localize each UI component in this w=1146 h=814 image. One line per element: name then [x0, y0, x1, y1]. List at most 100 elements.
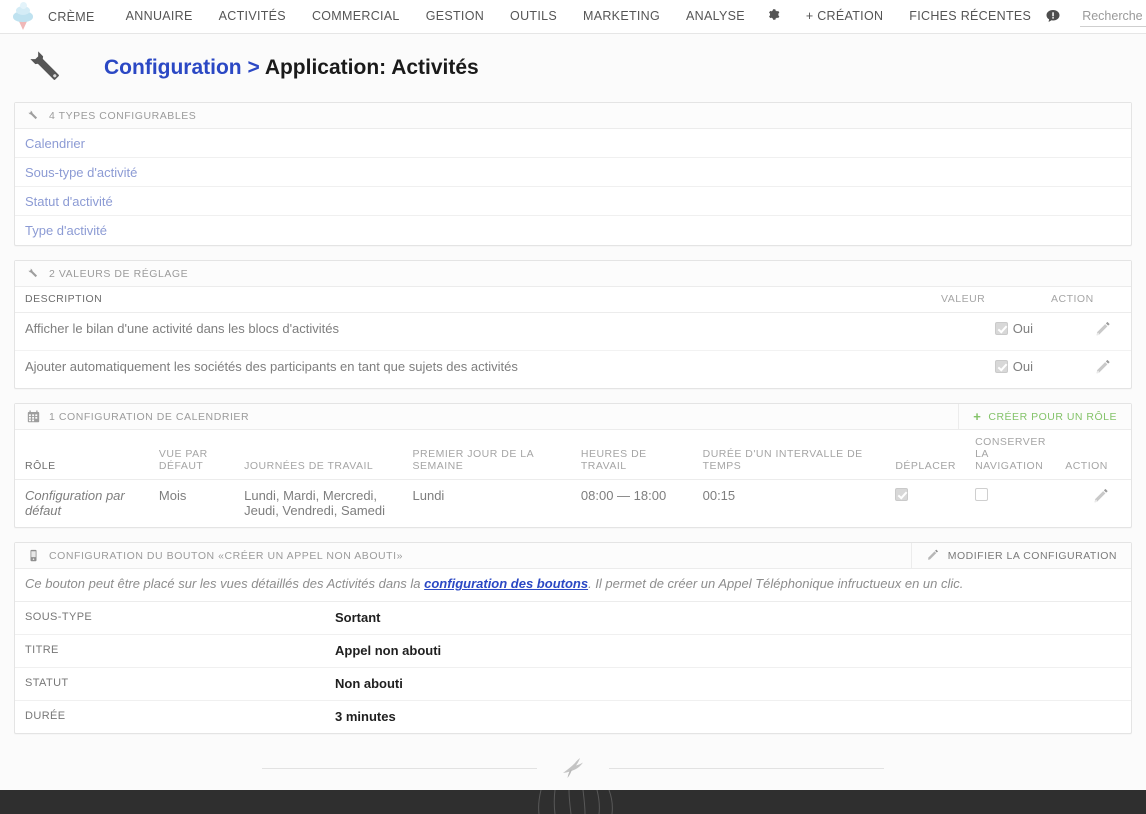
calendar-first-day: Lundi: [412, 488, 445, 503]
setting-description: Ajouter automatiquement les sociétés des…: [25, 359, 518, 374]
col-premier-jour: PREMIER JOUR DE LA SEMAINE: [402, 430, 571, 480]
pencil-icon[interactable]: [1092, 488, 1109, 505]
col-conserver-navigation: CONSERVER LA NAVIGATION: [965, 430, 1056, 480]
logo-swirl-top: [20, 1, 27, 9]
nav-item-activites[interactable]: ACTIVITÉS: [206, 0, 299, 33]
nav-item-gestion[interactable]: GESTION: [413, 0, 497, 33]
search-input[interactable]: [1080, 6, 1146, 27]
panel-header-button-config: CONFIGURATION DU BOUTON «CRÉER UN APPEL …: [15, 542, 1131, 569]
panel-title-calendar: 1 CONFIGURATION DE CALENDRIER: [49, 410, 250, 423]
setting-action-cell: [1041, 351, 1131, 389]
page-title: Configuration > Application: Activités: [104, 56, 479, 80]
field-value-duree: 3 minutes: [335, 708, 396, 724]
keep-navigation-checkbox[interactable]: [975, 488, 989, 501]
col-heures-travail: HEURES DE TRAVAIL: [570, 430, 693, 480]
page-header: Configuration > Application: Activités: [0, 34, 1146, 102]
calendar-icon: [25, 409, 41, 425]
description-text-after: . Il permet de créer un Appel Téléphoniq…: [588, 576, 964, 591]
panel-header-types: 4 TYPES CONFIGURABLES: [15, 103, 1131, 129]
configuration-boutons-link[interactable]: configuration des boutons: [424, 576, 588, 591]
field-value-titre: Appel non abouti: [325, 634, 1131, 668]
panel-types-configurables: 4 TYPES CONFIGURABLES Calendrier Sous-ty…: [14, 102, 1132, 246]
field-value-sous-type: Sortant: [325, 601, 1131, 635]
table-row: Afficher le bilan d'une activité dans le…: [15, 312, 1131, 351]
field-value-statut: Non abouti: [325, 667, 1131, 701]
col-action: ACTION: [1041, 287, 1131, 313]
calendar-working-days: Lundi, Mardi, Mercredi, Jeudi, Vendredi,…: [244, 488, 386, 518]
wrench-icon: [25, 266, 41, 282]
panel-header-settings: 2 VALEURS DE RÉGLAGE: [15, 261, 1131, 287]
wrench-icon: [22, 43, 72, 93]
panel-configuration-bouton: CONFIGURATION DU BOUTON «CRÉER UN APPEL …: [14, 542, 1132, 734]
table-header-row: RÔLE VUE PAR DÉFAUT JOURNÉES DE TRAVAIL …: [15, 430, 1131, 480]
nav-item-analyse[interactable]: ANALYSE: [673, 0, 758, 33]
panel-header-calendar: 1 CONFIGURATION DE CALENDRIER + CRÉER PO…: [15, 403, 1131, 430]
calendar-default-view: Mois: [158, 488, 187, 503]
nav-item-creation[interactable]: + CRÉATION: [793, 0, 896, 33]
nav-item-fiches-recentes[interactable]: FICHES RÉCENTES: [896, 0, 1044, 33]
pencil-icon[interactable]: [1094, 321, 1111, 338]
modify-configuration-button[interactable]: MODIFIER LA CONFIGURATION: [910, 542, 1131, 569]
main-content: 4 TYPES CONFIGURABLES Calendrier Sous-ty…: [0, 102, 1146, 734]
setting-checkbox[interactable]: [994, 360, 1008, 373]
setting-checkbox[interactable]: [994, 322, 1008, 335]
type-link-calendrier[interactable]: Calendrier: [15, 129, 1131, 158]
calendar-keep-navigation-cell: [965, 480, 1055, 528]
navbar-right-group: [1044, 6, 1146, 27]
panel-title-types: 4 TYPES CONFIGURABLES: [49, 109, 197, 122]
table-row: TITRE Appel non abouti: [15, 634, 1131, 668]
drag-drop-checkbox[interactable]: [895, 488, 909, 501]
type-link-sous-type-activite[interactable]: Sous-type d'activité: [15, 158, 1131, 187]
modify-configuration-label: MODIFIER LA CONFIGURATION: [947, 549, 1117, 562]
footer-separator: [0, 748, 1146, 790]
col-vue-par-defaut: VUE PAR DÉFAUT: [148, 430, 235, 480]
pencil-icon[interactable]: [1094, 359, 1111, 376]
field-label-titre: TITRE: [15, 634, 325, 668]
panel-valeurs-reglage: 2 VALEURS DE RÉGLAGE DESCRIPTION VALEUR …: [14, 260, 1132, 389]
col-valeur: VALEUR: [931, 287, 1041, 313]
gear-icon[interactable]: [758, 0, 789, 33]
table-header-row: DESCRIPTION VALEUR ACTION: [15, 287, 1131, 313]
nav-item-annuaire[interactable]: ANNUAIRE: [113, 0, 206, 33]
panel-title-button-config: CONFIGURATION DU BOUTON «CRÉER UN APPEL …: [49, 549, 403, 562]
plus-icon: +: [973, 409, 982, 424]
breadcrumb-configuration[interactable]: Configuration: [104, 56, 242, 79]
search-area: [1080, 6, 1146, 27]
setting-description: Afficher le bilan d'une activité dans le…: [15, 312, 931, 351]
col-description: DESCRIPTION: [15, 287, 931, 313]
calendar-slot-duration: 00:15: [702, 488, 736, 503]
calendar-drag-drop-cell: [885, 480, 965, 528]
table-row: STATUT Non abouti: [15, 667, 1131, 701]
panel-configuration-calendrier: 1 CONFIGURATION DE CALENDRIER + CRÉER PO…: [14, 403, 1132, 528]
table-row: SOUS-TYPE Sortant: [15, 601, 1131, 635]
wrench-icon: [25, 108, 41, 124]
setting-value-cell: Oui: [931, 312, 1041, 351]
type-link-statut-activite[interactable]: Statut d'activité: [15, 187, 1131, 216]
footer-line-left: [262, 768, 537, 770]
page-title-text: Application: Activités: [264, 56, 479, 79]
col-action: ACTION: [1055, 430, 1131, 480]
description-text-before: Ce bouton peut être placé sur les vues d…: [25, 576, 425, 591]
calendar-action-cell: [1055, 480, 1131, 528]
nav-item-marketing[interactable]: MARKETING: [570, 0, 673, 33]
col-journees-travail: JOURNÉES DE TRAVAIL: [234, 430, 403, 480]
mobile-phone-icon: [25, 548, 41, 564]
col-duree-intervalle: DURÉE D'UN INTERVALLE DE TEMPS: [692, 430, 886, 480]
type-link-type-activite[interactable]: Type d'activité: [15, 216, 1131, 245]
breadcrumb-separator: >: [247, 56, 260, 79]
brand-label[interactable]: CRÈME: [44, 10, 109, 24]
notification-bubble-icon[interactable]: [1044, 8, 1062, 26]
panel-title-settings: 2 VALEURS DE RÉGLAGE: [49, 267, 189, 280]
create-for-role-button[interactable]: + CRÉER POUR UN RÔLE: [958, 403, 1131, 430]
setting-value-cell: Oui: [931, 351, 1041, 389]
field-label-statut: STATUT: [15, 667, 325, 701]
calendar-working-hours: 08:00 — 18:00: [580, 488, 667, 503]
footer-strands-decoration: [538, 789, 613, 814]
table-row: Ajouter automatiquement les sociétés des…: [15, 351, 1131, 389]
field-label-sous-type: SOUS-TYPE: [15, 601, 325, 635]
button-config-description: Ce bouton peut être placé sur les vues d…: [15, 569, 1131, 602]
nav-item-outils[interactable]: OUTILS: [497, 0, 570, 33]
ice-cream-logo[interactable]: [10, 1, 36, 32]
setting-action-cell: [1041, 312, 1131, 351]
nav-item-commercial[interactable]: COMMERCIAL: [299, 0, 413, 33]
